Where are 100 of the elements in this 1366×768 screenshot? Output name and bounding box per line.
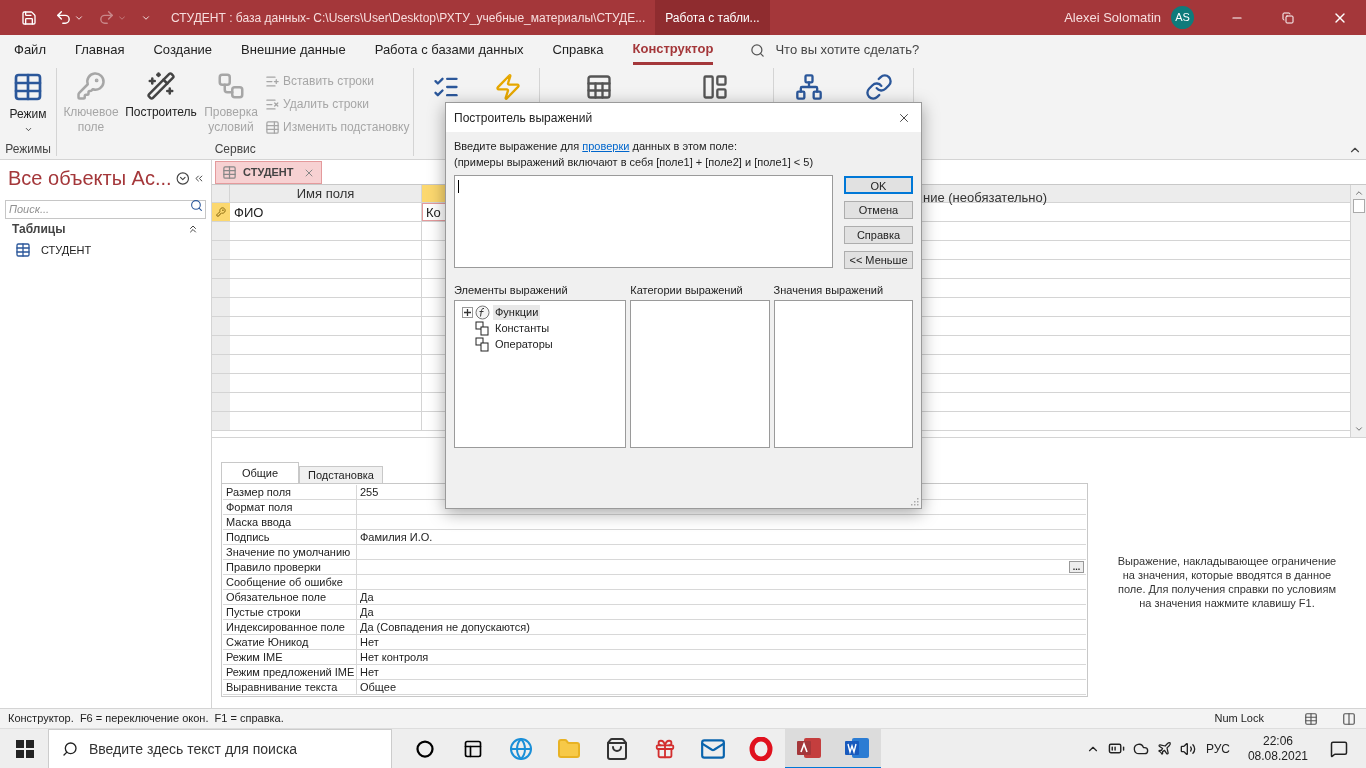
insert-rows-icon bbox=[265, 73, 280, 89]
search-field[interactable]: Поиск... bbox=[5, 199, 206, 219]
property-label: Выравнивание текста bbox=[223, 680, 357, 694]
design-view-icon[interactable] bbox=[1342, 711, 1356, 726]
flowchart-icon bbox=[216, 71, 246, 101]
table-cell[interactable]: ФИО bbox=[230, 203, 422, 221]
delete-rows-icon bbox=[265, 96, 280, 112]
dialog-title: Построитель выражений bbox=[454, 109, 593, 127]
tree-item[interactable]: Константы bbox=[493, 320, 552, 336]
dropdown-icon[interactable] bbox=[175, 170, 190, 186]
store-icon[interactable] bbox=[605, 736, 629, 761]
property-label: Режим IME bbox=[223, 650, 357, 664]
builder-button[interactable]: ... bbox=[1069, 561, 1084, 573]
ribbon-tab[interactable]: Работа с базами данных bbox=[374, 35, 524, 65]
property-label: Значение по умолчанию bbox=[223, 545, 357, 559]
cortana-icon[interactable] bbox=[416, 739, 434, 758]
property-tab[interactable]: Подстановка bbox=[299, 466, 383, 483]
datasheet-view-icon[interactable] bbox=[1304, 711, 1318, 726]
tree-item[interactable]: Операторы bbox=[493, 336, 555, 352]
ribbon-tab[interactable]: Файл bbox=[14, 35, 46, 65]
property-label: Подпись bbox=[223, 530, 357, 544]
property-label: Правило проверки bbox=[223, 560, 357, 574]
expression-field[interactable] bbox=[454, 175, 833, 268]
list-pane[interactable] bbox=[773, 300, 913, 448]
property-value[interactable]: Нет bbox=[357, 635, 1086, 649]
ribbon-tab[interactable]: Справка bbox=[552, 35, 604, 65]
property-label: Пустые строки bbox=[223, 605, 357, 619]
property-value[interactable]: Нет bbox=[357, 665, 1086, 679]
nav-item[interactable]: СТУДЕНТ bbox=[0, 239, 211, 261]
search-icon[interactable] bbox=[190, 199, 203, 212]
column-header: ние (необязательно) bbox=[923, 190, 1048, 205]
scroll-thumb[interactable] bbox=[1352, 199, 1365, 213]
scrollbar[interactable] bbox=[1350, 185, 1366, 437]
notifications-icon[interactable] bbox=[1330, 739, 1348, 758]
search-icon[interactable] bbox=[750, 42, 766, 58]
airplane-icon[interactable] bbox=[1156, 741, 1172, 756]
folder-node-icon bbox=[475, 336, 490, 352]
dialog-button[interactable]: Справка bbox=[844, 226, 913, 244]
list-pane[interactable]: Функции Константы Операторы bbox=[454, 300, 627, 448]
property-label: Размер поля bbox=[223, 485, 357, 499]
property-tab[interactable]: Общие bbox=[221, 462, 299, 483]
property-value[interactable]: Фамилия И.О. bbox=[357, 530, 1086, 544]
property-label: Маска ввода bbox=[223, 515, 357, 529]
opera-icon[interactable] bbox=[749, 736, 773, 761]
example-text: (примеры выражений включают в себя [поле1] + [поле2] и [поле1] < 5) bbox=[454, 155, 815, 170]
pane-label: Значения выражений bbox=[773, 283, 885, 298]
volume-icon[interactable] bbox=[1179, 740, 1196, 757]
ribbon-tab[interactable]: Внешние данные bbox=[241, 35, 346, 65]
status-text: Конструктор. F6 = переключение окон. F1 = справка. bbox=[7, 711, 284, 727]
property-value[interactable]: Да bbox=[357, 605, 1086, 619]
key-icon bbox=[76, 71, 106, 101]
property-value[interactable]: Да (Совпадения не допускаются) bbox=[357, 620, 1086, 634]
relationships-icon[interactable] bbox=[795, 73, 824, 101]
group-label: Сервис bbox=[213, 141, 257, 156]
user-avatar[interactable]: AS bbox=[1171, 6, 1194, 29]
resize-grip-icon[interactable] bbox=[911, 498, 919, 506]
property-label: Обязательное поле bbox=[223, 590, 357, 604]
clock[interactable]: 22:06 08.08.2021 bbox=[1247, 733, 1308, 764]
windows-logo-icon[interactable] bbox=[16, 739, 34, 758]
property-value[interactable]: Да bbox=[357, 590, 1086, 604]
collapse-icon[interactable] bbox=[187, 223, 199, 235]
language-indicator[interactable]: РУС bbox=[1205, 739, 1230, 758]
tree-item[interactable]: Функции bbox=[493, 304, 541, 320]
group-header[interactable]: Таблицы bbox=[12, 220, 66, 238]
wand-icon bbox=[146, 71, 176, 101]
property-label: Сообщение об ошибке bbox=[223, 575, 357, 589]
user-name[interactable]: Alexei Solomatin bbox=[1064, 7, 1161, 28]
tell-me-field[interactable]: Что вы хотите сделать? bbox=[775, 40, 920, 60]
dialog-button[interactable]: Отмена bbox=[844, 201, 913, 219]
scroll-down-icon[interactable] bbox=[1353, 424, 1364, 434]
database-app-icon[interactable] bbox=[796, 735, 822, 760]
undo-icon[interactable] bbox=[55, 9, 72, 26]
gift-icon[interactable] bbox=[654, 737, 676, 760]
pane-title: Все объекты Ac... bbox=[8, 166, 172, 191]
document-app-icon[interactable] bbox=[844, 735, 870, 760]
scroll-up-icon[interactable] bbox=[1353, 188, 1364, 198]
help-link[interactable]: проверки bbox=[582, 140, 630, 152]
browser-icon[interactable] bbox=[509, 736, 533, 761]
folder-node-icon bbox=[475, 320, 490, 336]
list-pane[interactable] bbox=[630, 300, 770, 448]
ribbon-button[interactable]: Режим bbox=[4, 68, 52, 140]
task-view-icon[interactable] bbox=[463, 738, 483, 759]
ribbon-tab[interactable]: Главная bbox=[74, 35, 125, 65]
ribbon-button[interactable]: Построитель bbox=[123, 68, 199, 140]
dialog-button[interactable]: << Меньше bbox=[844, 251, 913, 269]
link-icon[interactable] bbox=[864, 73, 893, 101]
property-label: Индексированное поле bbox=[223, 620, 357, 634]
function-icon bbox=[475, 304, 490, 320]
document-tab[interactable]: СТУДЕНТ bbox=[215, 161, 322, 184]
pane-label: Категории выражений bbox=[630, 283, 744, 298]
save-icon[interactable] bbox=[21, 9, 37, 26]
prompt-text: Введите выражение для проверки данных в этом поле: bbox=[454, 139, 738, 154]
property-value[interactable]: Нет контроля bbox=[357, 650, 1086, 664]
dialog-button[interactable]: OK bbox=[844, 176, 913, 194]
property-value[interactable]: Общее bbox=[357, 680, 1086, 694]
ribbon-tab[interactable]: Создание bbox=[153, 35, 213, 65]
expand-icon[interactable] bbox=[461, 306, 473, 318]
restore-icon[interactable] bbox=[1282, 11, 1294, 24]
property-label: Сжатие Юникод bbox=[223, 635, 357, 649]
taskbar-search-field[interactable]: Введите здесь текст для поиска bbox=[48, 728, 392, 768]
